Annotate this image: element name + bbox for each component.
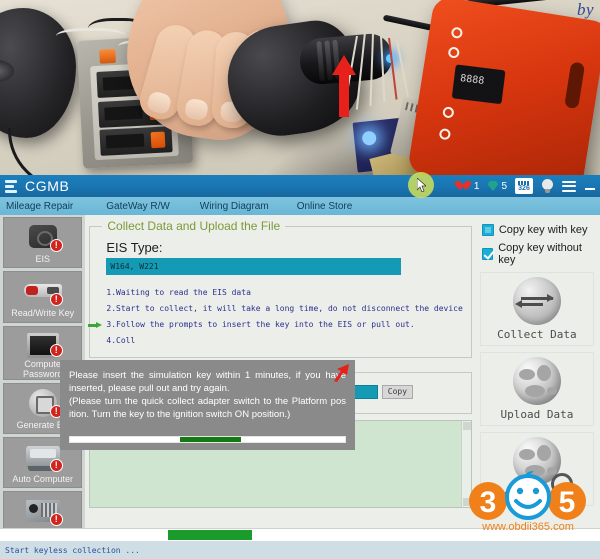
sidebar-item-label: EIS [35, 254, 50, 264]
sidebar-item-eis[interactable]: ! EIS [3, 217, 83, 269]
menu-item-online-store[interactable]: Online Store [297, 201, 353, 212]
checkbox-label: Copy key with key [498, 224, 588, 236]
status-text: Start keyless collection ... [5, 545, 140, 555]
warning-badge: ! [49, 239, 63, 252]
hamburger-menu-icon[interactable] [562, 180, 576, 192]
heart-icon [460, 181, 471, 191]
menu-item-wiring-diagram[interactable]: Wiring Diagram [200, 201, 269, 212]
chip-circle-icon: ! [21, 388, 65, 418]
ecu-icon: ! [21, 442, 65, 472]
warning-badge: ! [49, 343, 63, 357]
tool-led [438, 127, 452, 141]
app-logo-icon [5, 179, 17, 193]
mouse-cursor-icon [417, 178, 426, 192]
step-item: 4.Coll [106, 336, 136, 345]
step-text: 3.Follow the prompts to insert the key i… [106, 320, 415, 329]
status-bar: Start keyless collection ... [0, 541, 600, 559]
red-pointer-arrow [332, 55, 356, 117]
tool-display: 8888 [451, 64, 506, 105]
warning-badge: ! [49, 293, 63, 307]
globe-upload-icon [512, 357, 561, 405]
app-title: CGMB [25, 178, 70, 194]
steps-list: 1.Waiting to read the EIS data 2.Start t… [88, 285, 463, 349]
step-item-active: 3.Follow the prompts to insert the key i… [88, 317, 462, 333]
dialog-line-4: ition. Turn the key to the ignition swit… [69, 409, 291, 420]
menu-item-mileage-repair[interactable]: Mileage Repair [6, 201, 73, 212]
eis-icon: ! [21, 222, 65, 252]
sidebar-item-label: Read/Write Key [11, 308, 75, 319]
minimize-icon[interactable] [584, 181, 596, 192]
copy-button[interactable]: Copy [381, 385, 414, 399]
main-progress-bar [0, 528, 600, 541]
menu-bar: Mileage Repair GateWay R/W Wiring Diagra… [0, 197, 600, 215]
gem-count: 5 [501, 180, 507, 192]
checkbox-copy-key-with-key[interactable]: Copy key with key [481, 224, 596, 236]
dialog-progress-bar [69, 436, 346, 443]
dialog-line-1: Please insert the simulation key within … [69, 370, 346, 381]
sidebar-item-read-write-key[interactable]: ! Read/Write Key [3, 271, 83, 323]
red-arrow-icon [334, 364, 349, 382]
badge-count: 326 [518, 184, 530, 192]
checkbox-icon[interactable] [481, 248, 494, 260]
cpu-module-icon: ! [21, 331, 65, 358]
scroll-down-icon[interactable] [462, 498, 471, 506]
photo-overlay-text: by [576, 0, 594, 19]
heart-stat[interactable]: 1 [460, 181, 480, 192]
hardware-photo: 8888 by [0, 0, 600, 175]
mouse-scrollwheel [0, 60, 14, 82]
prompt-dialog[interactable]: Please insert the simulation key within … [60, 360, 355, 450]
checkbox-label: Copy key without key [498, 242, 582, 266]
cgmb-application-window: CGMB 1 5 326 Mileage Repair GateWay R/W … [0, 172, 600, 559]
checkbox-icon[interactable] [481, 224, 494, 236]
car-key-icon: ! [21, 276, 65, 307]
eis-type-value[interactable]: W164, W221 [106, 258, 402, 275]
eis-type-label: EIS Type: [106, 240, 163, 255]
magnifier-icon [551, 473, 573, 495]
right-panel: Copy key with key Copy key without key C… [476, 215, 600, 559]
gem-stat[interactable]: 5 [487, 181, 507, 192]
tool-key-slot [564, 61, 586, 110]
upload-data-button[interactable]: Upload Data [479, 352, 594, 426]
elv-module-icon: ! [21, 496, 65, 527]
title-bar: CGMB 1 5 326 [0, 172, 600, 198]
tool-led [442, 106, 455, 119]
warning-badge: ! [49, 458, 63, 472]
scroll-up-icon[interactable] [462, 422, 471, 430]
window-body: ! EIS ! Read/Write Key ! Compute Passwor… [0, 215, 600, 559]
menu-item-gateway-rw[interactable]: GateWay R/W [106, 201, 170, 212]
key-programmer-tool: 8888 [407, 0, 600, 175]
collect-data-button[interactable]: Collect Data [479, 272, 594, 346]
collect-data-icon [512, 277, 561, 325]
heart-count: 1 [473, 180, 480, 192]
collect-data-group-title: Collect Data and Upload the File [102, 219, 286, 233]
screenshot-root: 8888 by CGMB 1 5 326 Mileage Repair Gate… [0, 0, 600, 559]
active-step-arrow-icon [88, 322, 103, 328]
tool-led [450, 26, 464, 40]
dialog-line-3: (Please turn the quick collect adapter s… [69, 396, 346, 407]
tool-led [447, 46, 461, 59]
checkbox-copy-key-without-key[interactable]: Copy key without key [481, 242, 596, 266]
bulb-icon[interactable] [541, 179, 554, 193]
button-label: Collect Data [497, 328, 577, 341]
warning-badge: ! [49, 513, 63, 527]
dialog-line-2: inserted, please pull out and try again. [69, 383, 230, 394]
token-badge-icon[interactable]: 326 [515, 178, 533, 194]
query-result-button[interactable]: Query result [479, 432, 594, 506]
collect-data-group: Collect Data and Upload the File EIS Typ… [88, 219, 472, 358]
orange-connector [99, 48, 116, 64]
step-item: 1.Waiting to read the EIS data [106, 288, 251, 297]
step-item: 2.Start to collect, it will take a long … [106, 304, 463, 313]
sidebar-item-label: Auto Computer [12, 473, 73, 484]
fuse-row [99, 126, 173, 156]
log-scrollbar[interactable] [460, 421, 471, 507]
gem-icon [487, 181, 499, 191]
title-bar-right-group: 1 5 326 [460, 178, 600, 194]
button-label: Upload Data [500, 408, 574, 421]
